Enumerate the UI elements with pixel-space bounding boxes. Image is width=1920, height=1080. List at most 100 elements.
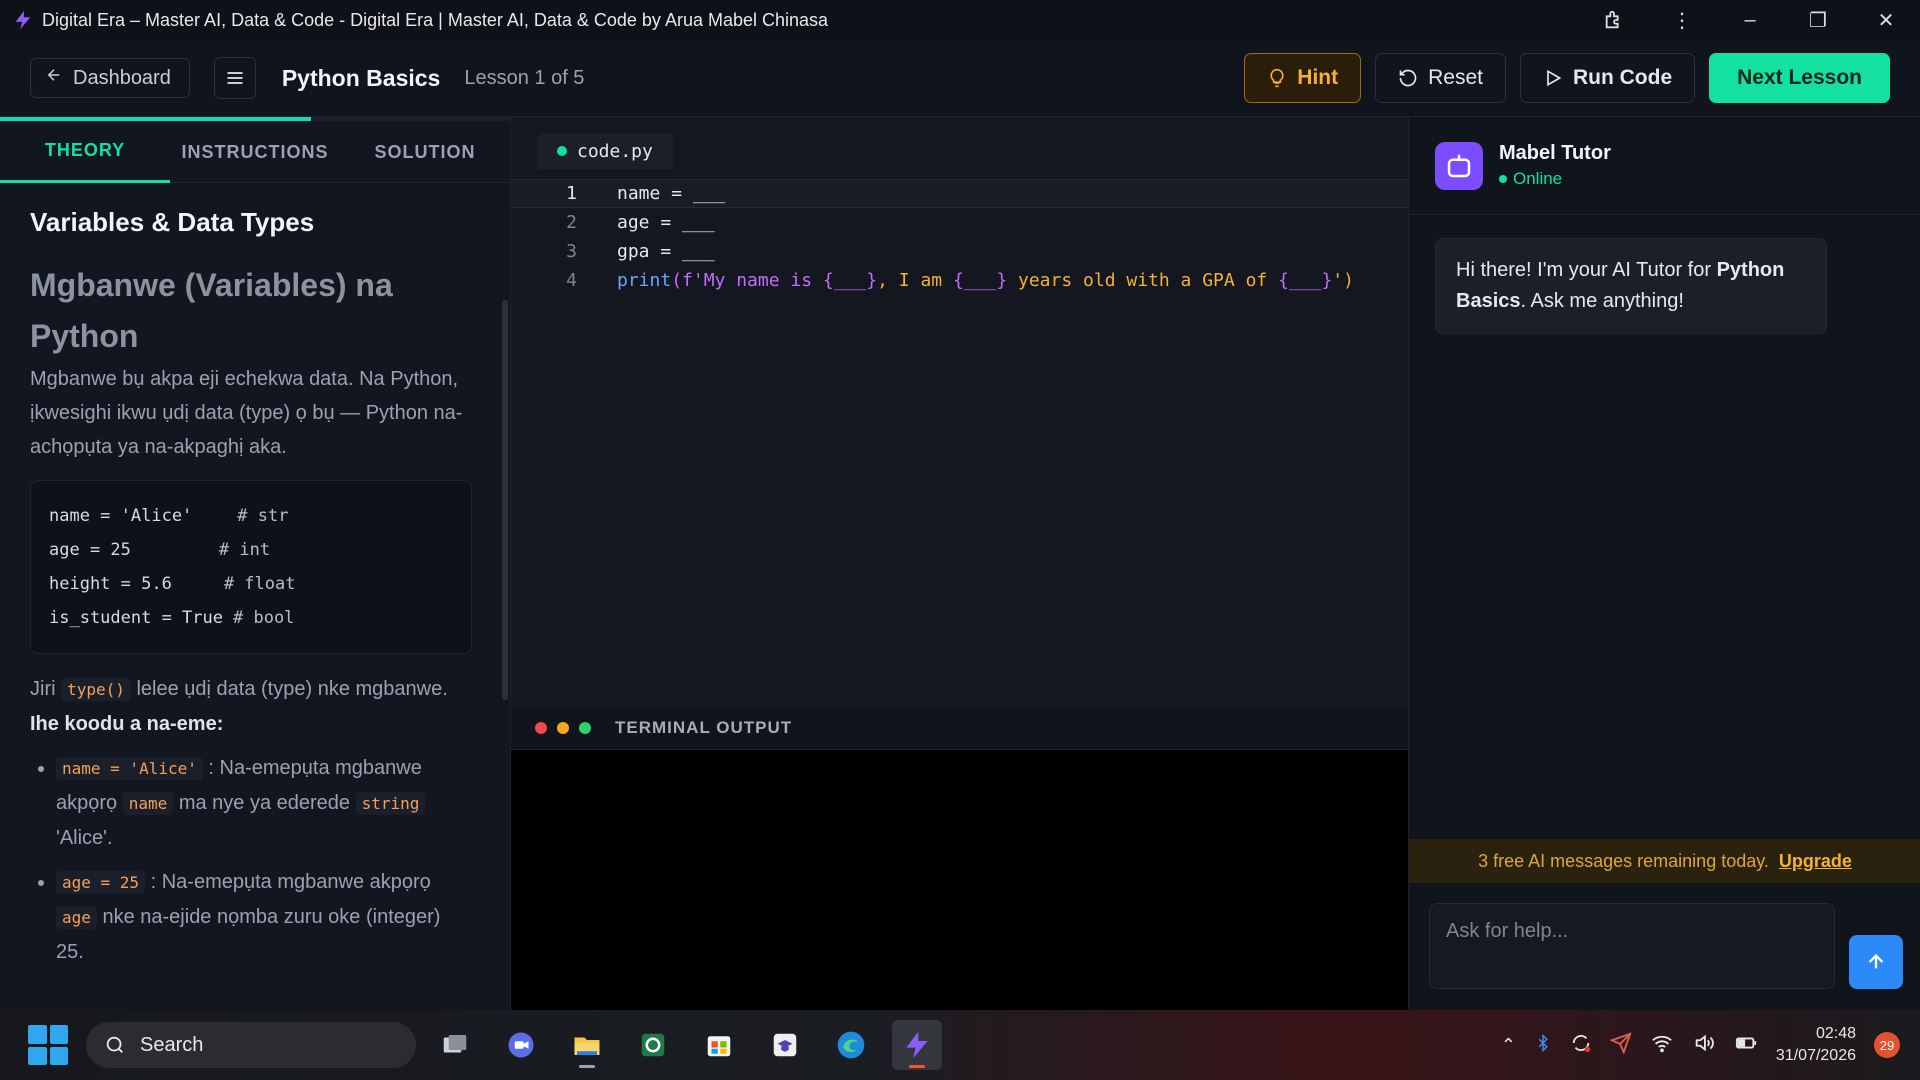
terminal-panel: TERMINAL OUTPUT — [510, 707, 1408, 1010]
digital-era-app-icon[interactable] — [892, 1020, 942, 1070]
intro-paragraph: Mgbanwe bụ akpa eji echekwa data. Na Pyt… — [30, 368, 463, 458]
online-dot — [1499, 175, 1507, 183]
wifi-icon[interactable] — [1650, 1032, 1674, 1059]
bluetooth-icon[interactable] — [1534, 1032, 1552, 1059]
line-text: gpa = ___ — [617, 241, 715, 262]
tab-theory[interactable]: THEORY — [0, 121, 170, 183]
line-text: age = ___ — [617, 212, 715, 233]
extensions-icon[interactable] — [1580, 0, 1648, 40]
windows-start-icon[interactable] — [28, 1025, 68, 1065]
quota-text: 3 free AI messages remaining today. — [1478, 850, 1769, 871]
example-code-line: age = 25 # int — [49, 540, 271, 560]
hint-button[interactable]: Hint — [1244, 53, 1362, 103]
next-lesson-label: Next Lesson — [1737, 66, 1862, 89]
reset-icon — [1399, 69, 1417, 87]
upgrade-link[interactable]: Upgrade — [1779, 851, 1852, 872]
search-icon — [106, 1036, 123, 1053]
lesson-tabs: THEORY INSTRUCTIONS SOLUTION — [0, 121, 510, 183]
restore-button[interactable]: ❐ — [1784, 0, 1852, 40]
minimize-button[interactable]: – — [1716, 0, 1784, 40]
tutor-message: Hi there! I'm your AI Tutor for Python B… — [1435, 238, 1827, 334]
app-header: Dashboard Python Basics Lesson 1 of 5 Hi… — [0, 40, 1920, 117]
panel-scrollbar[interactable] — [502, 300, 508, 700]
code-line[interactable]: 2 age = ___ — [511, 208, 1409, 237]
clock-time: 02:48 — [1815, 1025, 1856, 1042]
file-name: code.py — [577, 140, 653, 162]
clock[interactable]: 02:48 31/07/2026 — [1776, 1023, 1856, 1067]
hamburger-icon — [227, 72, 243, 84]
list-item: age = 25 : Na-emepụta mgbanwe akpọrọ age… — [56, 865, 470, 969]
line-text: print(f'My name is {___}, I am {___} yea… — [617, 270, 1354, 291]
task-view-icon[interactable] — [430, 1020, 480, 1070]
line-number: 4 — [566, 270, 577, 291]
run-code-label: Run Code — [1572, 66, 1673, 89]
dashboard-label: Dashboard — [73, 66, 171, 89]
type-paragraph: Jiri type() lelee ụdị data (type) nke mg… — [30, 678, 448, 701]
play-icon — [1547, 69, 1562, 87]
send-location-icon[interactable] — [1609, 1031, 1632, 1059]
file-tab[interactable]: code.py — [537, 133, 673, 169]
tab-solution[interactable]: SOLUTION — [340, 121, 510, 183]
terminal-header: TERMINAL OUTPUT — [511, 707, 1408, 750]
dashboard-button[interactable]: Dashboard — [30, 58, 190, 98]
example-code-line: is_student = True # bool — [49, 608, 295, 628]
hint-label: Hint — [1297, 66, 1339, 89]
file-status-dot — [557, 146, 567, 156]
file-explorer-icon[interactable] — [562, 1020, 612, 1070]
inline-code: type() — [61, 678, 131, 701]
store-app-icon[interactable] — [628, 1020, 678, 1070]
clock-date: 31/07/2026 — [1775, 1047, 1856, 1064]
lesson-heading: Mgbanwe (Variables) na Python — [30, 267, 393, 354]
chat-input[interactable]: Ask for help... — [1429, 903, 1835, 989]
terminal-red-dot — [535, 722, 547, 734]
tutor-header: Mabel Tutor Online — [1409, 117, 1920, 215]
code-line[interactable]: 4 print(f'My name is {___}, I am {___} y… — [511, 266, 1409, 295]
code-line[interactable]: 3 gpa = ___ — [511, 237, 1409, 266]
example-code-line: height = 5.6 # float — [49, 574, 296, 594]
sync-icon[interactable] — [1570, 1032, 1592, 1059]
window-titlebar: Digital Era – Master AI, Data & Code - D… — [0, 0, 1920, 40]
line-number: 1 — [566, 183, 577, 204]
window-title: Digital Era – Master AI, Data & Code - D… — [42, 9, 829, 30]
what-code-does-heading: Ihe koodu a na-eme: — [30, 713, 224, 735]
example-code-line: name = 'Alice' # str — [49, 506, 289, 526]
terminal-green-dot — [579, 722, 591, 734]
edge-browser-icon[interactable] — [826, 1020, 876, 1070]
code-line[interactable]: 1 name = ___ — [511, 179, 1409, 208]
more-options-icon[interactable]: ⋮ — [1648, 0, 1716, 40]
reset-label: Reset — [1428, 66, 1483, 89]
notification-badge[interactable]: 29 — [1874, 1032, 1900, 1058]
line-number: 3 — [566, 241, 577, 262]
course-title: Python Basics — [281, 64, 441, 91]
menu-button[interactable] — [213, 57, 256, 99]
arrow-left-icon — [45, 66, 63, 90]
code-editor[interactable]: code.py 1 name = ___ 2 age = ___ 3 gpa =… — [510, 117, 1409, 707]
reset-button[interactable]: Reset — [1375, 53, 1506, 103]
taskbar-search[interactable]: Search — [86, 1022, 416, 1068]
education-app-icon[interactable] — [760, 1020, 810, 1070]
run-code-button[interactable]: Run Code — [1519, 53, 1696, 103]
terminal-yellow-dot — [557, 722, 569, 734]
meet-icon[interactable] — [496, 1020, 546, 1070]
battery-icon[interactable] — [1734, 1032, 1758, 1059]
next-lesson-button[interactable]: Next Lesson — [1709, 53, 1890, 103]
send-button[interactable] — [1849, 935, 1903, 989]
volume-icon[interactable] — [1692, 1032, 1716, 1059]
tab-instructions[interactable]: INSTRUCTIONS — [170, 121, 340, 183]
lightbulb-icon — [1270, 68, 1284, 88]
line-text: name = ___ — [617, 183, 726, 204]
close-window-button[interactable]: ✕ — [1852, 0, 1920, 40]
theory-content: Variables & Data Types Mgbanwe (Variable… — [30, 207, 472, 979]
chevron-up-icon[interactable]: ⌃ — [1501, 1035, 1516, 1056]
quota-banner: 3 free AI messages remaining today. Upgr… — [1409, 839, 1920, 883]
code-area[interactable]: 1 name = ___ 2 age = ___ 3 gpa = ___ 4 p… — [511, 179, 1409, 295]
microsoft-store-icon[interactable] — [694, 1020, 744, 1070]
terminal-title: TERMINAL OUTPUT — [615, 718, 793, 737]
app-bolt-icon — [8, 5, 38, 35]
taskbar: Search ⌃ 02:48 31/07/2026 29 — [0, 1010, 1920, 1080]
search-label: Search — [140, 1033, 204, 1056]
system-tray: ⌃ 02:48 31/07/2026 29 — [1501, 1010, 1920, 1080]
tutor-status: Online — [1499, 169, 1611, 189]
tutor-name: Mabel Tutor — [1499, 142, 1611, 164]
list-item: name = 'Alice' : Na-emepụta mgbanwe akpọ… — [56, 751, 470, 855]
